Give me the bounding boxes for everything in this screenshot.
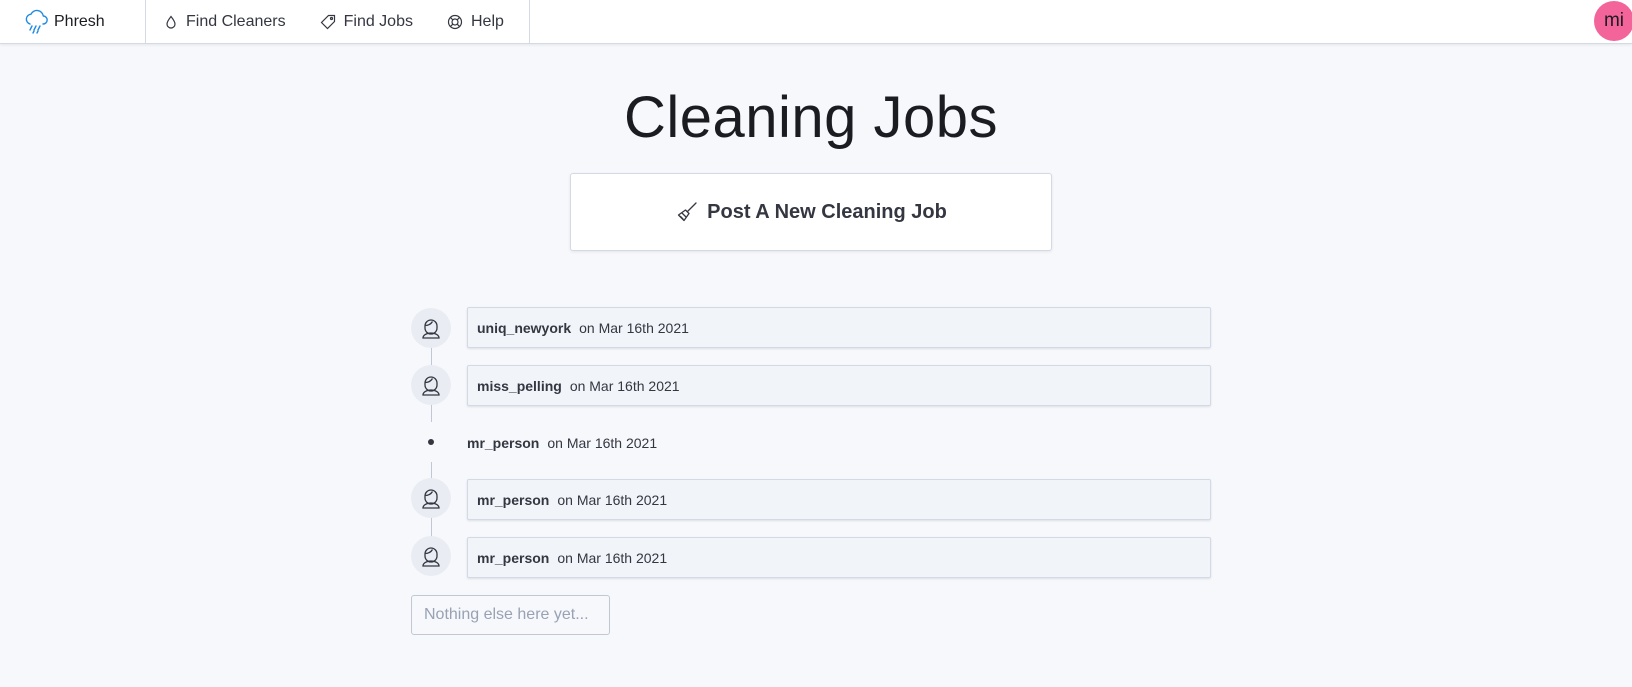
timeline-username: miss_pelling [477,377,562,394]
nav-find-jobs[interactable]: Find Jobs [320,13,413,31]
timeline-username: mr_person [477,491,550,508]
timeline-user-avatar [411,478,451,518]
post-new-job-button[interactable]: Post A New Cleaning Job [570,173,1052,251]
nav-find-cleaners-label: Find Cleaners [186,13,286,30]
nav-find-jobs-label: Find Jobs [343,13,413,30]
timeline-user-avatar [411,536,451,576]
user-icon [422,376,440,396]
main-nav: Find Cleaners Find Jobs Help [146,0,530,44]
post-new-job-label: Post A New Cleaning Job [707,200,947,223]
brand-name: Phresh [54,13,105,30]
droplet-icon [166,15,176,29]
timeline-date: on Mar 16th 2021 [547,434,658,451]
timeline-date: on Mar 16th 2021 [557,491,668,508]
timeline-dot-marker [411,422,451,462]
timeline-user-avatar [411,308,451,348]
tag-icon [320,14,335,30]
user-avatar[interactable]: mi [1594,1,1632,41]
timeline-item[interactable]: miss_pelling on Mar 16th 2021 [467,365,1211,406]
broom-icon [678,202,697,222]
cloud-rain-icon [25,9,48,34]
timeline-dot [428,439,434,445]
nav-help[interactable]: Help [447,13,504,31]
timeline-username: uniq_newyork [477,319,572,336]
timeline-date: on Mar 16th 2021 [569,377,680,394]
empty-state-message: Nothing else here yet... [411,595,610,635]
brand-link[interactable]: Phresh [0,0,146,44]
user-icon [422,489,440,509]
lifebuoy-icon [447,14,463,30]
timeline-date: on Mar 16th 2021 [557,549,668,566]
timeline-username: mr_person [467,434,540,451]
timeline-item: mr_person on Mar 16th 2021 [467,422,657,463]
user-icon [422,319,440,339]
top-nav-bar: Phresh Find Cleaners Find Jobs Help mi [0,0,1632,44]
nav-help-label: Help [470,13,504,30]
timeline-username: mr_person [477,549,550,566]
timeline-item[interactable]: mr_person on Mar 16th 2021 [467,537,1211,578]
timeline-item[interactable]: uniq_newyork on Mar 16th 2021 [467,307,1211,348]
user-icon [422,547,440,567]
page-title: Cleaning Jobs [623,85,999,150]
timeline-item[interactable]: mr_person on Mar 16th 2021 [467,479,1211,520]
timeline-date: on Mar 16th 2021 [579,319,689,336]
timeline-user-avatar [411,365,451,405]
nav-find-cleaners[interactable]: Find Cleaners [164,13,286,31]
